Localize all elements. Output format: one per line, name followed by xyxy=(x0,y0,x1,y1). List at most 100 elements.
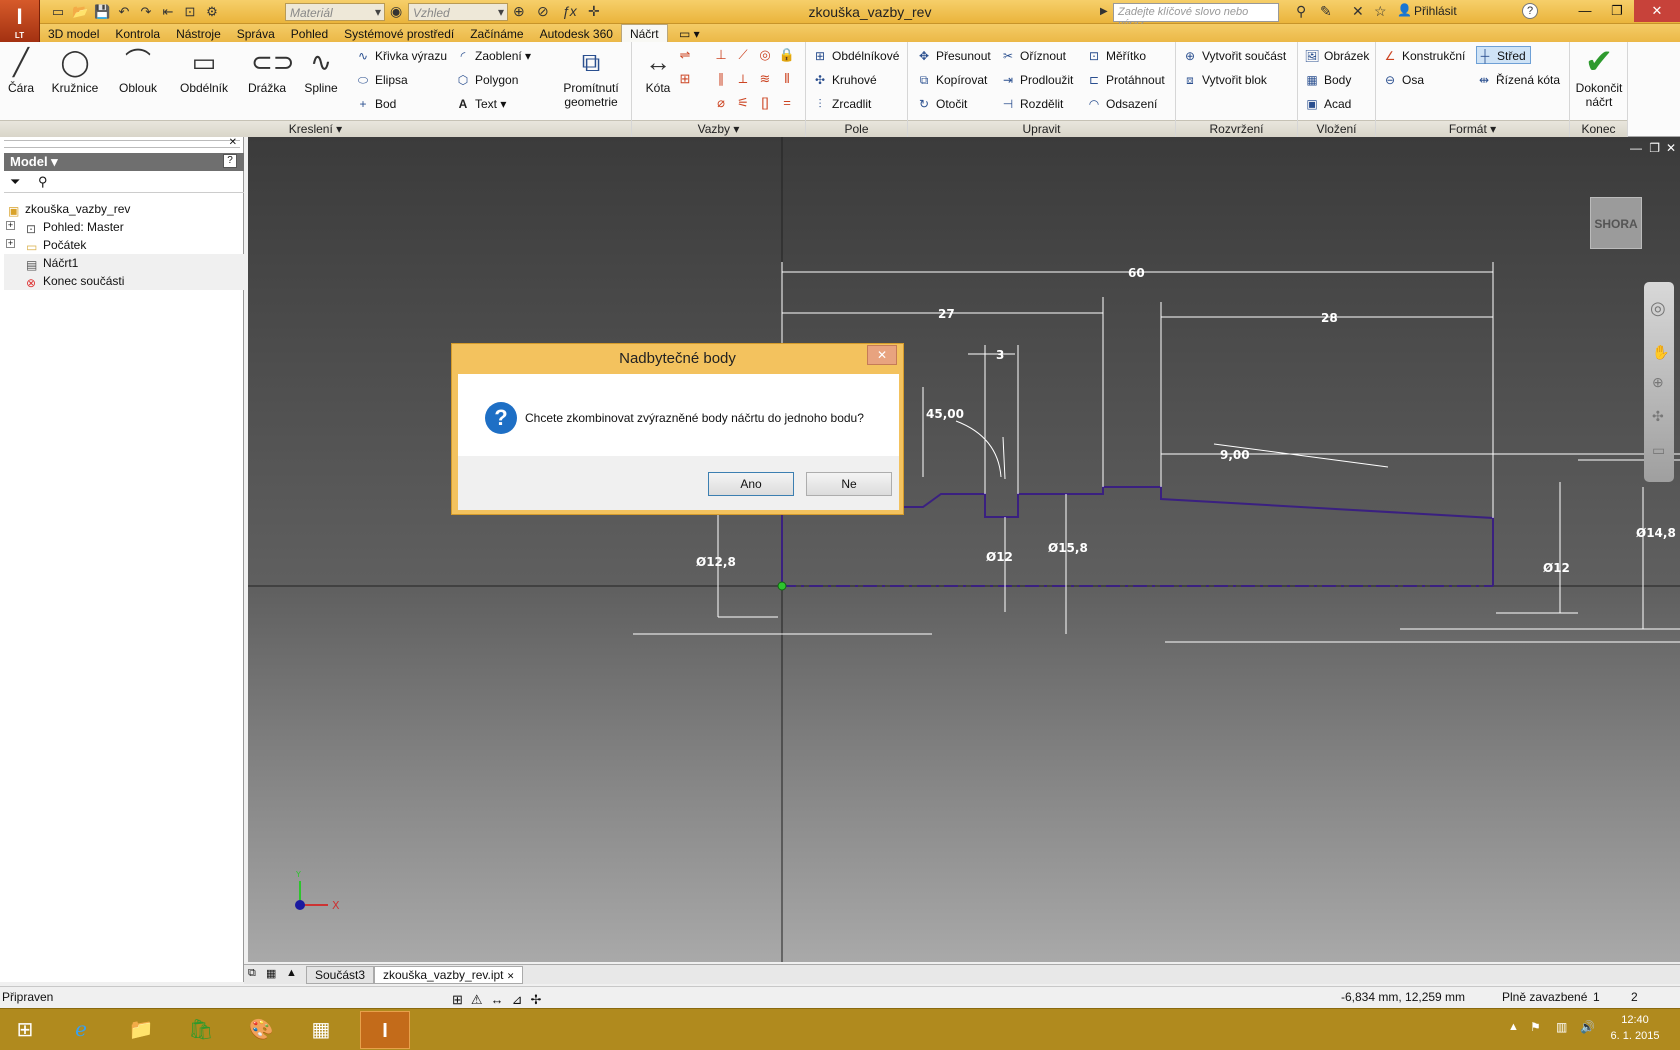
save-icon[interactable]: 💾 xyxy=(94,4,110,20)
rectangular-pattern-button[interactable]: ⊞ Obdélníkové xyxy=(812,47,899,65)
show-constraints-icon[interactable]: ⊞ xyxy=(676,70,694,88)
tab-nacrt[interactable]: Náčrt xyxy=(620,24,668,42)
slot-button[interactable]: ⊂⊃ Drážka xyxy=(246,46,295,95)
expand-icon[interactable]: + xyxy=(6,221,15,230)
doc-tab-close-icon[interactable]: ✕ xyxy=(507,971,515,981)
yes-button[interactable]: Ano xyxy=(708,472,794,496)
undo-icon[interactable]: ↶ xyxy=(116,4,132,20)
vertical-constraint-icon[interactable]: ⫴ xyxy=(778,70,796,88)
graphics-window[interactable]: 60 27 28 3 45,00 9,00 Ø12,8 Ø12 Ø15,8 Ø1… xyxy=(248,137,1680,962)
viewport-minimize-icon[interactable]: — xyxy=(1630,141,1642,155)
move-button[interactable]: ✥ Přesunout xyxy=(916,47,991,65)
tangent-constraint-icon[interactable]: ⟂ xyxy=(734,70,752,88)
close-button[interactable]: ✕ xyxy=(1634,0,1680,22)
auto-dimension-icon[interactable]: ⇌ xyxy=(676,46,694,64)
tab-pohled[interactable]: Pohled xyxy=(283,25,336,43)
browser-grip[interactable] xyxy=(4,140,240,148)
favorite-star-icon[interactable]: ☆ xyxy=(1374,3,1387,20)
binoculars-icon[interactable]: ⚲ xyxy=(1296,3,1306,20)
look-at-icon[interactable]: ▭ xyxy=(1652,442,1665,459)
axis-button[interactable]: ⊖ Osa xyxy=(1382,71,1424,89)
pan-icon[interactable]: ✋ xyxy=(1652,344,1669,361)
rectangle-button[interactable]: ▭ Obdélník xyxy=(176,46,232,95)
filter-icon[interactable]: ⏷ xyxy=(10,174,20,190)
appearance-combo[interactable]: Vzhled xyxy=(408,3,508,21)
zoom-icon[interactable]: ⊕ xyxy=(1652,374,1664,391)
clear-override-icon[interactable]: ⊘ xyxy=(537,3,549,20)
tab-nastroje[interactable]: Nástroje xyxy=(168,25,229,43)
redo-icon[interactable]: ↷ xyxy=(138,4,154,20)
fx-icon[interactable]: ƒx xyxy=(562,3,577,19)
spline-button[interactable]: ∿ Spline xyxy=(300,46,342,95)
search-expand-icon[interactable]: ▶ xyxy=(1100,6,1108,17)
point-button[interactable]: + Bod xyxy=(355,95,396,113)
split-button[interactable]: ⊣ Rozdělit xyxy=(1000,95,1064,113)
new-icon[interactable]: ▭ xyxy=(50,4,66,20)
expand-icon[interactable]: + xyxy=(6,239,15,248)
start-button[interactable]: ⊞ xyxy=(0,1011,50,1049)
browser-help-icon[interactable]: ? xyxy=(223,154,237,168)
zoom-icon[interactable]: ⊕ xyxy=(513,3,525,20)
network-icon[interactable]: ▥ xyxy=(1556,1020,1567,1034)
find-icon[interactable]: ⚲ xyxy=(38,174,48,190)
doc-tab-soucast3[interactable]: Součást3 xyxy=(306,966,375,984)
extend-button[interactable]: ⇥ Prodloužit xyxy=(1000,71,1073,89)
tab-systemove-prostredi[interactable]: Systémové prostředí xyxy=(336,25,462,43)
tree-node[interactable]: ▣ zkouška_vazby_rev xyxy=(4,200,244,218)
create-block-button[interactable]: ⧈ Vytvořit blok xyxy=(1182,71,1267,89)
help-icon[interactable]: ? xyxy=(1522,3,1538,19)
dialog-close-button[interactable]: ✕ xyxy=(867,345,897,365)
relax-icon[interactable]: ✢ xyxy=(530,989,541,1010)
construction-button[interactable]: ∠ Konstrukční xyxy=(1382,47,1466,65)
fillet-button[interactable]: ◜ Zaoblení ▾ xyxy=(455,47,531,65)
import-points-button[interactable]: ▦ Body xyxy=(1304,71,1351,89)
application-menu-button[interactable]: I LT xyxy=(0,0,40,42)
coincident-constraint-icon[interactable]: ⟋ xyxy=(734,46,752,64)
arc-button[interactable]: ⌒ Oblouk xyxy=(114,46,162,95)
viewport-close-icon[interactable]: ✕ xyxy=(1666,141,1676,155)
measure-icon[interactable]: ✛ xyxy=(588,3,600,20)
snap-grid-icon[interactable]: ⊞ xyxy=(452,989,463,1010)
insert-acad-button[interactable]: ▣ Acad xyxy=(1304,95,1351,113)
paint-icon[interactable]: 🎨 xyxy=(236,1011,286,1049)
perpendicular-constraint-icon[interactable]: ⊥ xyxy=(712,46,730,64)
sign-in-button[interactable]: Přihlásit xyxy=(1414,4,1457,18)
finish-sketch-button[interactable]: ✔ Dokončit náčrt xyxy=(1572,45,1626,109)
text-button[interactable]: A Text ▾ xyxy=(455,95,507,113)
tree-node[interactable]: + ▭ Počátek xyxy=(4,236,244,254)
circle-button[interactable]: ◯ Kružnice xyxy=(48,46,102,95)
offset-button[interactable]: ◠ Odsazení xyxy=(1086,95,1158,113)
centerline-button[interactable]: ┼ Střed xyxy=(1476,46,1531,64)
update-icon[interactable]: ⚙ xyxy=(204,4,220,20)
stretch-button[interactable]: ⊏ Protáhnout xyxy=(1086,71,1165,89)
dof-icon[interactable]: ⊿ xyxy=(512,989,523,1010)
tree-node[interactable]: + ⊡ Pohled: Master xyxy=(4,218,244,236)
no-button[interactable]: Ne xyxy=(806,472,892,496)
help-search-input[interactable]: Zadejte klíčové slovo nebo výraz. xyxy=(1113,3,1279,30)
tree-node[interactable]: ⊗ Konec součásti xyxy=(4,272,244,290)
mirror-button[interactable]: ⫶ Zrcadlit xyxy=(812,95,871,113)
viewcube[interactable]: SHORA xyxy=(1590,197,1642,249)
concentric-constraint-icon[interactable]: ◎ xyxy=(756,46,774,64)
tab-zaciname[interactable]: Začínáme xyxy=(462,25,531,43)
horizontal-constraint-icon[interactable]: ⚟ xyxy=(734,94,752,112)
browser-close-icon[interactable]: ✕ xyxy=(229,137,237,148)
internet-explorer-icon[interactable]: ℯ xyxy=(56,1011,106,1049)
minimize-button[interactable]: — xyxy=(1568,0,1602,22)
line-button[interactable]: ╱ Čára xyxy=(4,46,38,95)
tree-node[interactable]: ▤ Náčrt1 xyxy=(4,254,244,272)
material-combo[interactable]: Materiál xyxy=(285,3,385,21)
fix-constraint-icon[interactable]: 🔒 xyxy=(778,46,796,64)
polygon-button[interactable]: ⬡ Polygon xyxy=(455,71,519,89)
open-icon[interactable]: 📂 xyxy=(72,4,88,20)
browser-header[interactable]: Model ▾ xyxy=(4,153,244,171)
return-icon[interactable]: ⇤ xyxy=(160,4,176,20)
circular-pattern-button[interactable]: ✣ Kruhové xyxy=(812,71,877,89)
cascade-icon[interactable]: ▦ xyxy=(266,967,276,980)
key-icon[interactable]: ✎ xyxy=(1320,3,1332,20)
tab-autodesk-360[interactable]: Autodesk 360 xyxy=(532,25,621,43)
parallel-constraint-icon[interactable]: ∥ xyxy=(712,70,730,88)
ellipse-button[interactable]: ⬭ Elipsa xyxy=(355,71,408,89)
tile-icon[interactable]: ⧉ xyxy=(248,967,256,980)
maximize-button[interactable]: ❐ xyxy=(1600,0,1634,22)
